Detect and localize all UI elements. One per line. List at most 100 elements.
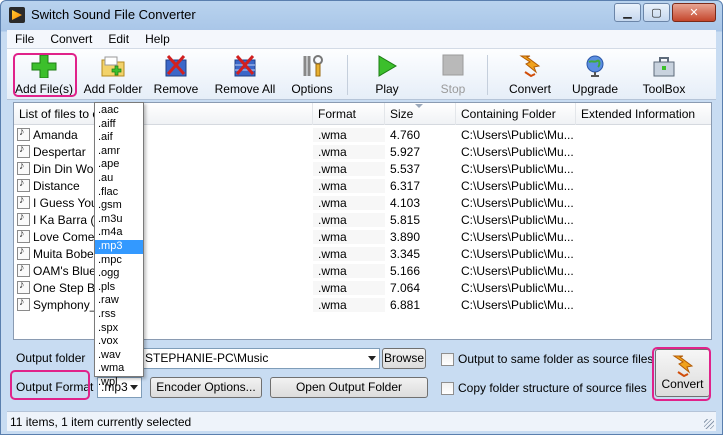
- window-title: Switch Sound File Converter: [31, 7, 196, 22]
- format-option[interactable]: .rss: [95, 308, 143, 322]
- menu-file[interactable]: File: [7, 32, 42, 46]
- format-option[interactable]: .wpl: [95, 376, 143, 390]
- file-folder: C:\Users\Public\Mu...: [461, 195, 574, 210]
- format-option[interactable]: .pls: [95, 281, 143, 295]
- format-option[interactable]: .mpc: [95, 254, 143, 268]
- file-format: .wma: [313, 144, 385, 159]
- add-files-label: Add File(s): [14, 82, 73, 96]
- column-header-format[interactable]: Format: [313, 103, 385, 125]
- format-option[interactable]: .ape: [95, 158, 143, 172]
- add-folder-button[interactable]: Add Folder: [80, 51, 146, 98]
- file-name: Despertar: [33, 144, 86, 159]
- format-option[interactable]: .au: [95, 172, 143, 186]
- column-header-name[interactable]: List of files to co: [14, 103, 313, 125]
- format-option[interactable]: .flac: [95, 186, 143, 200]
- format-option[interactable]: .m4a: [95, 226, 143, 240]
- file-format: .wma: [313, 195, 385, 210]
- output-format-dropdown-list[interactable]: .aac .aiff .aif .amr .ape .au .flac .gsm .m3u .m4…: [94, 102, 144, 388]
- file-name: Love Comes: [33, 229, 101, 244]
- resize-grip-icon[interactable]: [704, 419, 714, 429]
- convert-toolbar-button[interactable]: Convert: [504, 51, 556, 98]
- file-name-cell: OAM's Blues: [14, 263, 313, 278]
- play-icon: [378, 55, 397, 77]
- menu-edit[interactable]: Edit: [100, 32, 137, 46]
- column-header-folder[interactable]: Containing Folder: [456, 103, 576, 125]
- title-bar[interactable]: Switch Sound File Converter ▁ ▢ ✕: [1, 1, 722, 29]
- minimize-button[interactable]: ▁: [614, 3, 641, 22]
- close-button[interactable]: ✕: [672, 3, 716, 22]
- convert-label: Convert: [661, 377, 704, 391]
- toolbox-icon: [653, 57, 675, 77]
- file-name-cell: I Guess You': [14, 195, 313, 210]
- audio-file-icon: [17, 195, 30, 209]
- close-icon: ✕: [689, 7, 699, 19]
- encoder-options-button[interactable]: Encoder Options...: [150, 377, 262, 398]
- upgrade-button[interactable]: Upgrade: [569, 51, 621, 98]
- same-folder-checkbox[interactable]: Output to same folder as source files: [441, 352, 653, 366]
- maximize-icon: ▢: [651, 7, 662, 19]
- file-name: OAM's Blues: [33, 263, 102, 278]
- file-name-cell: Love Comes: [14, 229, 313, 244]
- audio-file-icon: [17, 161, 30, 175]
- file-name-cell: I Ka Barra (Y: [14, 212, 313, 227]
- format-option[interactable]: .m3u: [95, 213, 143, 227]
- toolbox-label: ToolBox: [642, 82, 686, 96]
- stop-icon: [442, 54, 464, 76]
- remove-all-button[interactable]: Remove All: [210, 51, 280, 98]
- same-folder-label: Output to same folder as source files: [458, 352, 654, 366]
- format-option[interactable]: .ogg: [95, 267, 143, 281]
- column-header-extended[interactable]: Extended Information: [576, 103, 711, 125]
- remove-button[interactable]: Remove: [150, 51, 202, 98]
- convert-lightning-icon: [519, 55, 541, 78]
- open-output-folder-button[interactable]: Open Output Folder: [270, 377, 428, 398]
- convert-button[interactable]: Convert: [655, 349, 710, 397]
- format-option[interactable]: .raw: [95, 294, 143, 308]
- menu-convert[interactable]: Convert: [42, 32, 100, 46]
- file-folder: C:\Users\Public\Mu...: [461, 127, 574, 142]
- file-name-cell: Distance: [14, 178, 313, 193]
- file-folder: C:\Users\Public\Mu...: [461, 144, 574, 159]
- format-option[interactable]: .aiff: [95, 118, 143, 132]
- format-option[interactable]: .aac: [95, 104, 143, 118]
- file-folder: C:\Users\Public\Mu...: [461, 229, 574, 244]
- play-label: Play: [375, 82, 399, 96]
- file-name: I Ka Barra (Y: [33, 212, 103, 227]
- add-files-button[interactable]: Add File(s): [11, 51, 77, 98]
- toolbox-button[interactable]: ToolBox: [637, 51, 691, 98]
- audio-file-icon: [17, 127, 30, 141]
- toolbar: Add File(s) Add Folder Remove Remove All…: [7, 49, 716, 100]
- format-option[interactable]: .vox: [95, 335, 143, 349]
- file-size: 5.537: [390, 161, 421, 176]
- column-header-size[interactable]: Size: [385, 103, 456, 125]
- options-label: Options: [291, 82, 333, 96]
- file-name: One Step Be: [33, 280, 102, 295]
- file-size: 3.890: [390, 229, 421, 244]
- play-button[interactable]: Play: [367, 51, 407, 98]
- toolbar-separator: [347, 55, 348, 95]
- format-option[interactable]: .spx: [95, 322, 143, 336]
- file-format: .wma: [313, 127, 385, 142]
- file-name-cell: Amanda: [14, 127, 313, 142]
- format-option[interactable]: .wav: [95, 349, 143, 363]
- maximize-button[interactable]: ▢: [643, 3, 670, 22]
- copy-structure-checkbox[interactable]: Copy folder structure of source files: [441, 381, 647, 395]
- file-size: 5.166: [390, 263, 421, 278]
- format-option[interactable]: .wma: [95, 362, 143, 376]
- checkbox-box: [441, 352, 454, 366]
- options-button[interactable]: Options: [287, 51, 337, 98]
- file-name-cell: One Step Be: [14, 280, 313, 295]
- format-option[interactable]: .aif: [95, 131, 143, 145]
- format-option[interactable]: .mp3: [95, 239, 143, 254]
- format-option[interactable]: .gsm: [95, 199, 143, 213]
- file-folder: C:\Users\Public\Mu...: [461, 161, 574, 176]
- browse-button[interactable]: Browse: [382, 348, 426, 369]
- stop-button[interactable]: Stop: [433, 51, 473, 98]
- file-name: I Guess You': [33, 195, 101, 210]
- file-format: .wma: [313, 178, 385, 193]
- format-option[interactable]: .amr: [95, 145, 143, 159]
- audio-file-icon: [17, 246, 30, 260]
- audio-file-icon: [17, 212, 30, 226]
- menu-help[interactable]: Help: [137, 32, 178, 46]
- file-folder: C:\Users\Public\Mu...: [461, 297, 574, 312]
- add-folder-label: Add Folder: [83, 82, 143, 96]
